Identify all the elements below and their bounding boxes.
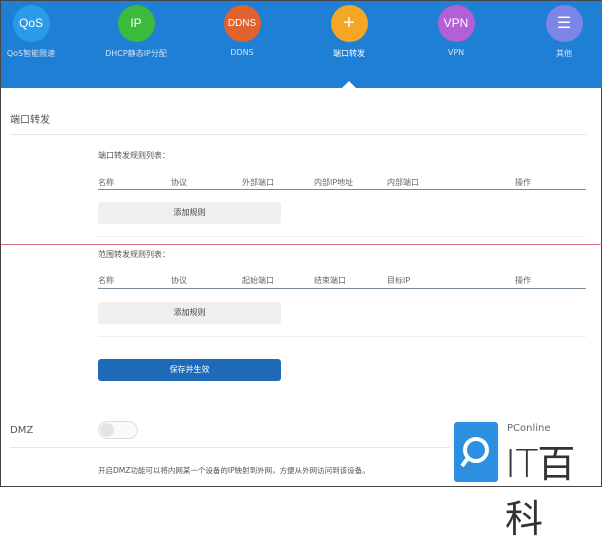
col-header: 内部端口: [387, 178, 419, 187]
nav-label: QoS智能限速: [6, 49, 56, 58]
menu-icon: ☰: [545, 5, 583, 42]
nav-qos[interactable]: QoS QoS智能限速: [0, 5, 81, 59]
watermark-logo-icon: [454, 422, 498, 482]
dmz-toggle[interactable]: [98, 421, 138, 439]
save-button[interactable]: 保存并生效: [98, 359, 281, 381]
col-header: 操作: [515, 276, 531, 285]
nav-other[interactable]: ☰ 其他: [514, 5, 602, 59]
nav-ddns[interactable]: DDNS DDNS: [192, 5, 292, 57]
dmz-description: 开启DMZ功能可以将内网某一个设备的IP映射到外网，方便从外网访问到该设备。: [98, 466, 370, 475]
nav-port-forward[interactable]: + 端口转发: [299, 5, 399, 59]
add-port-rule-button[interactable]: 添加规则: [98, 202, 281, 224]
range-rules-title: 范围转发规则列表：: [98, 250, 170, 259]
col-header: 内部IP地址: [314, 178, 354, 187]
nav-label: VPN: [447, 48, 465, 57]
col-header: 名称: [98, 178, 114, 187]
top-nav-bar: QoS QoS智能限速 IP DHCP静态IP分配 DDNS DDNS + 端口转发 V…: [1, 1, 602, 88]
col-header: 外部端口: [242, 178, 274, 187]
col-header: 结束端口: [314, 276, 346, 285]
nav-label: 其他: [556, 49, 572, 58]
nav-label: DHCP静态IP分配: [105, 49, 167, 58]
col-header: 目标IP: [387, 276, 411, 285]
nav-label: DDNS: [230, 48, 254, 57]
col-header: 名称: [98, 276, 114, 285]
port-rules-title: 端口转发规则列表：: [98, 151, 170, 160]
nav-dhcp[interactable]: IP DHCP静态IP分配: [86, 5, 186, 59]
nav-label: 端口转发: [333, 49, 365, 58]
watermark-name: IT百科: [505, 442, 575, 541]
dmz-label: DMZ: [10, 425, 34, 436]
col-header: 协议: [171, 178, 187, 187]
ddns-icon: DDNS: [223, 5, 261, 42]
page-title: 端口转发: [10, 115, 50, 126]
nav-vpn[interactable]: VPN VPN: [406, 5, 506, 57]
qos-icon: QoS: [12, 5, 50, 42]
toggle-knob: [100, 423, 114, 437]
port-forward-icon: +: [330, 5, 368, 42]
add-range-rule-button[interactable]: 添加规则: [98, 302, 281, 324]
col-header: 协议: [171, 276, 187, 285]
col-header: 操作: [515, 178, 531, 187]
vpn-icon: VPN: [437, 5, 475, 42]
col-header: 起始端口: [242, 276, 274, 285]
active-indicator: [342, 81, 356, 88]
ip-icon: IP: [117, 5, 155, 42]
